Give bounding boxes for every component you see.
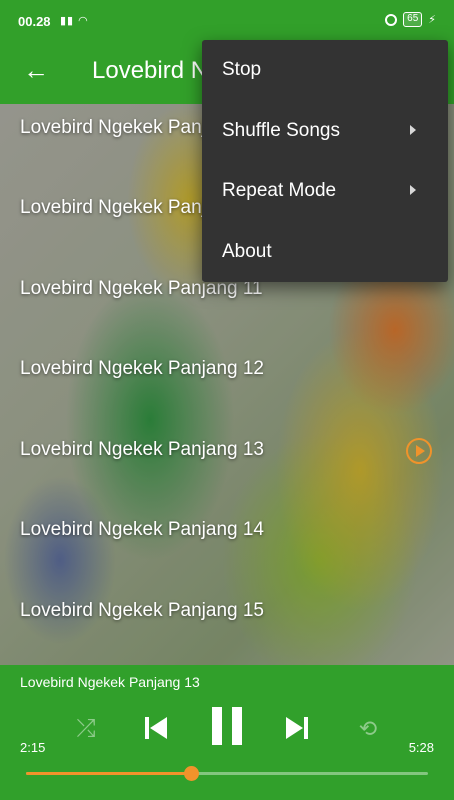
status-right-icons: 65 ⚡ — [385, 12, 436, 27]
list-item[interactable]: Lovebird Ngekek Panjang 15 — [0, 587, 454, 667]
back-arrow-icon[interactable]: ← — [22, 56, 50, 84]
previous-track-icon[interactable] — [143, 714, 171, 742]
repeat-icon[interactable]: ⟲ — [354, 716, 382, 742]
seek-bar-progress — [26, 772, 192, 775]
song-title: Lovebird Ngekek Panjang 14 — [20, 519, 265, 540]
charging-icon: ⚡ — [428, 14, 436, 26]
next-track-icon[interactable] — [284, 714, 312, 742]
menu-item-stop[interactable]: Stop — [202, 40, 448, 100]
now-playing-play-icon[interactable] — [406, 438, 432, 464]
player-panel: Lovebird Ngekek Panjang 13 ⤮ ⟲ 2:15 5:28 — [0, 665, 454, 800]
alarm-icon — [385, 13, 398, 26]
battery-icon: 65 — [403, 12, 423, 27]
overflow-menu: Stop Shuffle Songs Repeat Mode About — [202, 40, 448, 282]
pause-icon[interactable] — [210, 707, 244, 745]
menu-item-repeat-mode[interactable]: Repeat Mode — [202, 161, 448, 221]
menu-item-label: Shuffle Songs — [222, 120, 340, 141]
now-playing-title: Lovebird Ngekek Panjang 13 — [20, 674, 200, 690]
status-bar: 00.28 ▮▮ ◠ 65 ⚡ — [0, 0, 454, 40]
song-title: Lovebird Ngekek Panjang 12 — [20, 358, 265, 379]
list-item-playing[interactable]: Lovebird Ngekek Panjang 13 — [0, 426, 454, 506]
song-title: Lovebird Ngekek Panjang 13 — [20, 439, 265, 460]
menu-item-shuffle-songs[interactable]: Shuffle Songs — [202, 101, 448, 161]
submenu-arrow-icon — [410, 185, 416, 195]
signal-wifi-icons: ▮▮ ◠ — [60, 15, 89, 27]
seek-bar-thumb[interactable] — [184, 766, 200, 781]
shuffle-icon[interactable]: ⤮ — [72, 716, 100, 742]
menu-item-label: Repeat Mode — [222, 180, 337, 201]
seek-bar[interactable] — [26, 766, 428, 781]
menu-item-about[interactable]: About — [202, 222, 448, 282]
menu-item-label: Stop — [222, 59, 262, 80]
status-time: 00.28 — [18, 14, 51, 29]
elapsed-time: 2:15 — [20, 740, 46, 755]
song-title: Lovebird Ngekek Panjang 15 — [20, 600, 265, 621]
total-time: 5:28 — [408, 740, 434, 755]
menu-item-label: About — [222, 241, 272, 262]
list-item[interactable]: Lovebird Ngekek Panjang 14 — [0, 506, 454, 586]
list-item[interactable]: Lovebird Ngekek Panjang 12 — [0, 345, 454, 425]
submenu-arrow-icon — [410, 125, 416, 135]
